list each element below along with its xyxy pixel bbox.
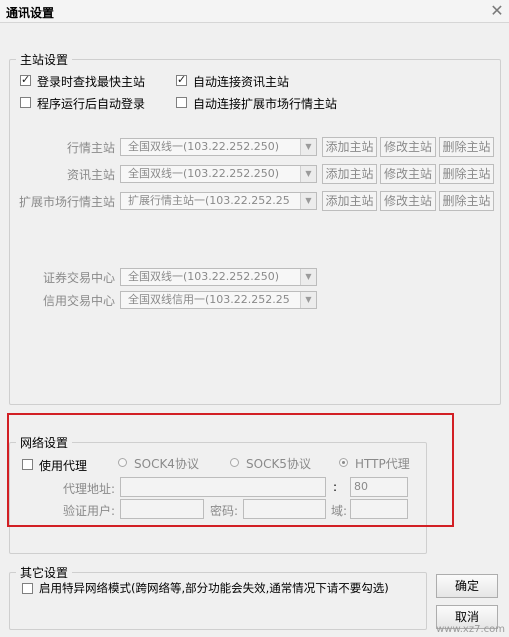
add-info-server-button[interactable]: 添加主站: [322, 164, 377, 184]
add-ext-server-button[interactable]: 添加主站: [322, 191, 377, 211]
chevron-down-icon: ▼: [300, 139, 316, 155]
credit-trade-label: 信用交易中心: [42, 294, 115, 308]
special-network-label: 启用特异网络模式(跨网络等,部分功能会失效,通常情况下请不要勾选): [39, 581, 389, 595]
title-bar: [0, 0, 509, 23]
credit-trade-select[interactable]: 全国双线信用一(103.22.252.25 ▼: [120, 291, 317, 309]
add-quote-server-button[interactable]: 添加主站: [322, 137, 377, 157]
master-settings-legend: 主站设置: [16, 51, 73, 68]
auto-connect-ext-checkbox[interactable]: [176, 97, 187, 108]
auto-login-checkbox[interactable]: [20, 97, 31, 108]
window-title: 通讯设置: [6, 6, 55, 20]
ext-server-label: 扩展市场行情主站: [18, 195, 115, 209]
special-network-checkbox[interactable]: [22, 583, 33, 594]
info-server-select[interactable]: 全国双线一(103.22.252.250) ▼: [120, 165, 317, 183]
ext-server-select[interactable]: 扩展行情主站一(103.22.252.25 ▼: [120, 192, 317, 210]
ok-button[interactable]: 确定: [436, 574, 498, 598]
quote-server-label: 行情主站: [66, 141, 115, 155]
securities-trade-label: 证券交易中心: [42, 271, 115, 285]
chevron-down-icon: ▼: [300, 193, 316, 209]
quote-server-select[interactable]: 全国双线一(103.22.252.250) ▼: [120, 138, 317, 156]
other-settings-legend: 其它设置: [16, 564, 73, 581]
chevron-down-icon: ▼: [300, 269, 316, 285]
info-server-label: 资讯主站: [66, 168, 115, 182]
edit-ext-server-button[interactable]: 修改主站: [380, 191, 436, 211]
auto-connect-info-label: 自动连接资讯主站: [193, 75, 290, 89]
delete-info-server-button[interactable]: 删除主站: [439, 164, 494, 184]
watermark: www.xz7.com: [436, 624, 505, 635]
delete-ext-server-button[interactable]: 删除主站: [439, 191, 494, 211]
edit-quote-server-button[interactable]: 修改主站: [380, 137, 436, 157]
delete-quote-server-button[interactable]: 删除主站: [439, 137, 494, 157]
auto-connect-ext-label: 自动连接扩展市场行情主站: [193, 97, 338, 111]
highlight-box: [7, 413, 454, 527]
close-icon[interactable]: ✕: [488, 2, 506, 20]
chevron-down-icon: ▼: [300, 166, 316, 182]
find-fastest-checkbox[interactable]: [20, 73, 31, 86]
auto-connect-info-checkbox[interactable]: [176, 73, 187, 86]
find-fastest-label: 登录时查找最快主站: [37, 75, 146, 89]
chevron-down-icon: ▼: [300, 292, 316, 308]
edit-info-server-button[interactable]: 修改主站: [380, 164, 436, 184]
securities-trade-select[interactable]: 全国双线一(103.22.252.250) ▼: [120, 268, 317, 286]
auto-login-label: 程序运行后自动登录: [37, 97, 146, 111]
